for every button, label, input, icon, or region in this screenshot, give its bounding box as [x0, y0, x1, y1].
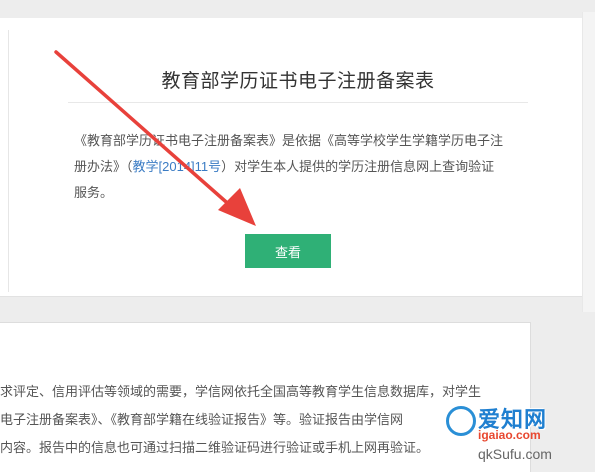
description-line-3: 服务。: [74, 185, 114, 200]
left-divider: [8, 30, 9, 292]
watermark-url-2: qkSufu.com: [478, 446, 552, 462]
description-line-2-post: ）对学生本人提供的学历注册信息网上查询验证: [221, 159, 495, 174]
watermark: 爱知网 igaiao.com qkSufu.com: [438, 394, 595, 471]
card-title: 教育部学历证书电子注册备案表: [161, 71, 435, 92]
regulation-link[interactable]: 教学[2014]11号: [133, 159, 222, 174]
watermark-url: igaiao.com: [478, 428, 541, 442]
card-description: 《教育部学历证书电子注册备案表》是依据《高等学校学生学籍学历电子注 册办法》（教…: [74, 128, 528, 206]
title-divider: [68, 102, 528, 103]
right-panel-edge: [582, 12, 595, 312]
description-line-2-pre: 册办法》（: [74, 159, 133, 174]
description-line-2: 册办法》（教学[2014]11号）对学生本人提供的学历注册信息网上查询验证: [74, 154, 528, 180]
description-line-1: 《教育部学历证书电子注册备案表》是依据《高等学校学生学籍学历电子注: [74, 133, 504, 148]
watermark-logo-icon: [446, 406, 476, 436]
view-button[interactable]: 查看: [245, 234, 331, 268]
